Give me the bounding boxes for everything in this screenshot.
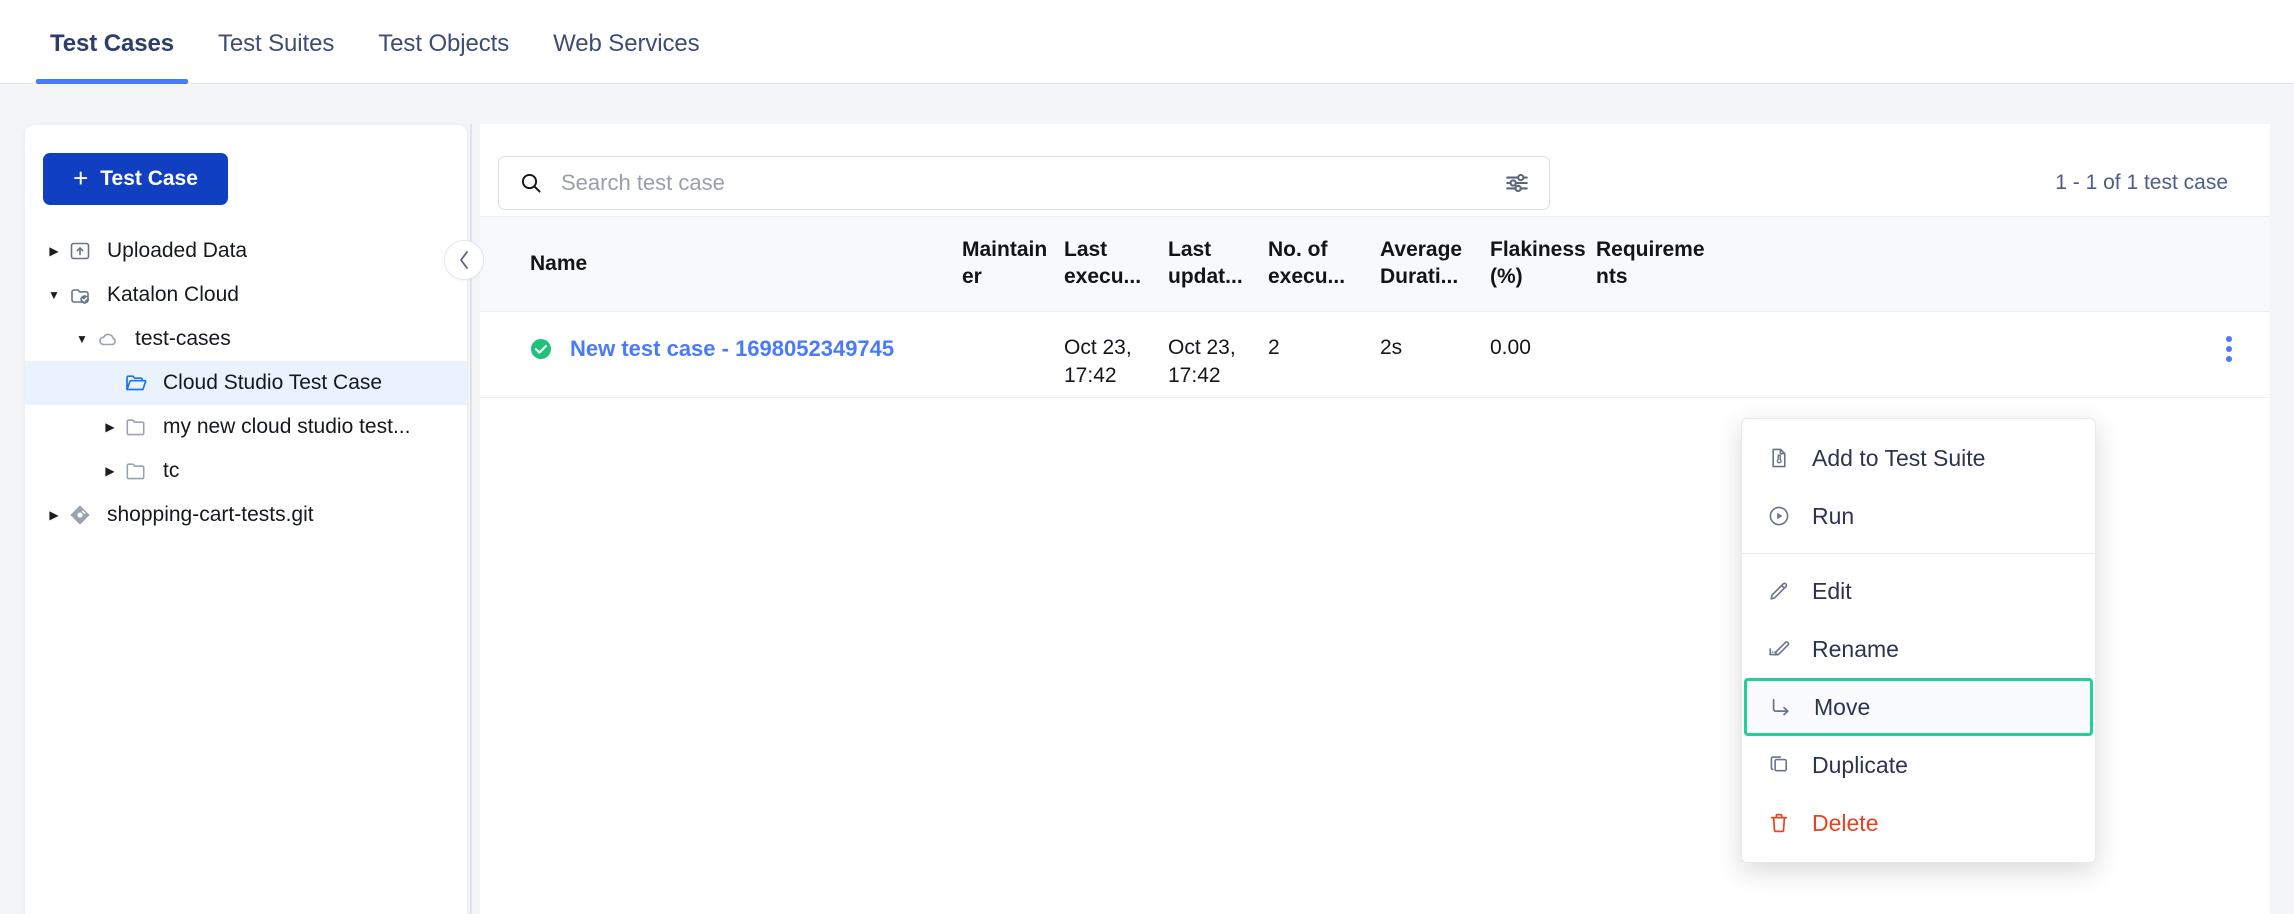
menu-item-edit[interactable]: Edit [1742, 562, 2095, 620]
tab-test-cases[interactable]: Test Cases [28, 30, 196, 84]
tree-item-label: tc [163, 459, 180, 482]
chevron-left-icon [460, 251, 468, 269]
tab-test-suites[interactable]: Test Suites [196, 30, 356, 84]
trash-icon [1766, 811, 1792, 835]
column-header-no-of-executions[interactable]: No. of execu... [1264, 237, 1376, 291]
menu-item-label: Delete [1812, 809, 1879, 836]
menu-separator [1742, 553, 2095, 554]
tree-item-label: test-cases [135, 327, 231, 350]
column-header-requirements[interactable]: Requirements [1592, 237, 1712, 291]
tab-label: Test Cases [50, 30, 174, 57]
tree-item-label: Katalon Cloud [107, 283, 239, 306]
cell-name: New test case - 1698052349745 [480, 334, 958, 363]
menu-item-delete[interactable]: Delete [1742, 794, 2095, 852]
tab-test-objects[interactable]: Test Objects [356, 30, 531, 84]
tree-item-test-cases[interactable]: ▼ test-cases [25, 317, 467, 361]
column-header-name[interactable]: Name [480, 251, 958, 278]
sliders-icon[interactable] [1503, 170, 1531, 196]
top-tab-bar: Test Cases Test Suites Test Objects Web Ser… [0, 0, 2294, 84]
tab-label: Web Services [553, 30, 700, 57]
caret-right-icon[interactable]: ▶ [99, 420, 121, 434]
menu-item-run[interactable]: Run [1742, 487, 2095, 545]
search-box[interactable] [498, 156, 1550, 210]
tree-item-shopping-cart-tests-git[interactable]: ▶ shopping-cart-tests.git [25, 493, 467, 537]
arrow-move-icon [1768, 695, 1794, 719]
cloud-icon [93, 327, 123, 351]
folder-icon [121, 459, 151, 483]
list-toolbar: 1 - 1 of 1 test case [480, 124, 2270, 216]
menu-item-duplicate[interactable]: Duplicate [1742, 736, 2095, 794]
tree-item-label: Uploaded Data [107, 239, 248, 262]
plus-icon: + [73, 163, 89, 193]
explorer-sidebar: + Test Case ▶ Uploaded Data ▼ Katalon Cloud… [24, 124, 468, 914]
new-test-case-label: Test Case [100, 167, 198, 190]
tree-item-label: my new cloud studio test... [163, 415, 411, 438]
caret-right-icon[interactable]: ▶ [99, 464, 121, 478]
caret-right-icon[interactable]: ▶ [43, 244, 65, 258]
check-circle-icon [530, 338, 552, 360]
file-tree: ▶ Uploaded Data ▼ Katalon Cloud ▼ test-cases ▶… [25, 229, 467, 537]
menu-item-label: Duplicate [1812, 751, 1908, 778]
search-icon [519, 171, 545, 195]
pagination-summary: 1 - 1 of 1 test case [2055, 171, 2228, 194]
tab-label: Test Objects [378, 30, 510, 57]
cell-flakiness: 0.00 [1490, 336, 1531, 359]
upload-folder-icon [65, 239, 95, 263]
kebab-menu-icon[interactable] [2216, 334, 2242, 364]
tree-item-my-new-cloud-studio-test[interactable]: ▶ my new cloud studio test... [25, 405, 467, 449]
column-header-flakiness[interactable]: Flakiness (%) [1486, 237, 1592, 291]
menu-item-add-to-test-suite[interactable]: Add to Test Suite [1742, 429, 2095, 487]
caret-down-icon[interactable]: ▼ [43, 288, 65, 302]
tree-item-tc[interactable]: ▶ tc [25, 449, 467, 493]
menu-item-move[interactable]: Move [1744, 678, 2093, 736]
play-circle-icon [1766, 504, 1792, 528]
rename-icon [1766, 637, 1792, 661]
menu-item-label: Move [1814, 693, 1871, 720]
menu-item-rename[interactable]: Rename [1742, 620, 2095, 678]
column-header-last-updated[interactable]: Last updat... [1164, 237, 1264, 291]
column-header-maintainer[interactable]: Maintainer [958, 237, 1060, 291]
new-test-case-button[interactable]: + Test Case [43, 153, 228, 205]
row-context-menu: Add to Test Suite Run Edit Rename Move Duplic… [1741, 418, 2096, 863]
kebab-dot [2226, 346, 2232, 352]
tree-item-uploaded-data[interactable]: ▶ Uploaded Data [25, 229, 467, 273]
cell-no-of-executions: 2 [1268, 336, 1280, 359]
table-row[interactable]: New test case - 1698052349745 Oct 23, 17… [480, 312, 2270, 398]
caret-right-icon[interactable]: ▶ [43, 508, 65, 522]
cloud-check-icon [65, 283, 95, 307]
cell-last-execution: Oct 23, 17:42 [1064, 336, 1132, 387]
search-input[interactable] [561, 170, 1503, 196]
column-header-average-duration[interactable]: Average Durati... [1376, 237, 1486, 291]
test-suite-icon [1766, 446, 1792, 470]
tab-list: Test Cases Test Suites Test Objects Web Ser… [0, 0, 2294, 84]
test-case-link[interactable]: New test case - 1698052349745 [570, 334, 894, 363]
menu-item-label: Run [1812, 502, 1855, 529]
tree-item-cloud-studio-test-case[interactable]: ▶Cloud Studio Test Case [25, 361, 467, 405]
folder-icon [121, 415, 151, 439]
kebab-dot [2226, 336, 2232, 342]
menu-item-label: Add to Test Suite [1812, 444, 1986, 471]
pencil-icon [1766, 579, 1792, 603]
menu-item-label: Edit [1812, 577, 1852, 604]
folder-open-icon [121, 371, 151, 395]
menu-item-label: Rename [1812, 635, 1899, 662]
tree-item-label: shopping-cart-tests.git [107, 503, 314, 526]
cell-average-duration: 2s [1380, 336, 1403, 359]
tree-item-katalon-cloud[interactable]: ▼ Katalon Cloud [25, 273, 467, 317]
copy-icon [1766, 753, 1792, 777]
cell-last-updated: Oct 23, 17:42 [1168, 336, 1236, 387]
column-header-last-execution[interactable]: Last execu... [1060, 237, 1164, 291]
kebab-dot [2226, 356, 2232, 362]
caret-down-icon[interactable]: ▼ [71, 332, 93, 346]
tab-label: Test Suites [217, 30, 335, 57]
git-icon [65, 503, 95, 527]
table-header-row: Name Maintainer Last execu... Last updat… [480, 216, 2270, 312]
tree-item-label: Cloud Studio Test Case [163, 371, 383, 394]
test-case-table: Name Maintainer Last execu... Last updat… [480, 216, 2270, 398]
tab-web-services[interactable]: Web Services [531, 30, 721, 84]
sidebar-collapse-handle[interactable] [444, 240, 484, 280]
